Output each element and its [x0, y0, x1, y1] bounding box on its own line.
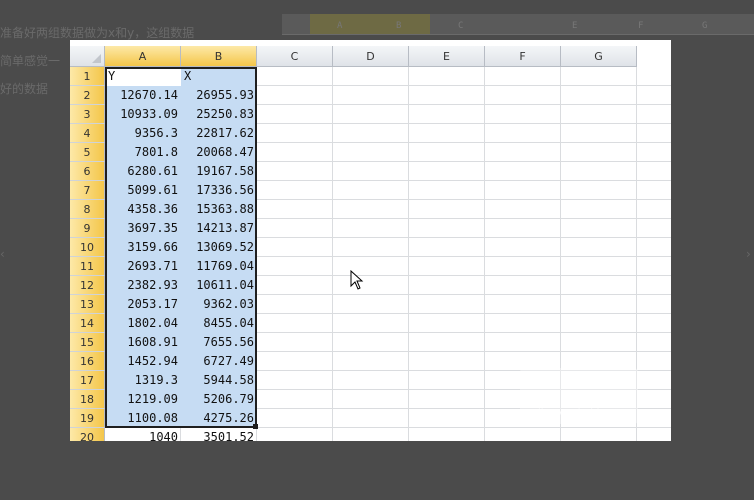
- cell-b6[interactable]: 19167.58: [181, 162, 257, 181]
- cell-b16[interactable]: 6727.49: [181, 352, 257, 371]
- right-edge-marker: ›: [746, 247, 751, 261]
- row-header-11[interactable]: 11: [70, 257, 105, 276]
- cell-a20[interactable]: 1040: [105, 428, 181, 441]
- row-header-9[interactable]: 9: [70, 219, 105, 238]
- column-header-d[interactable]: D: [333, 46, 409, 67]
- cell-a4[interactable]: 9356.3: [105, 124, 181, 143]
- row-header-4[interactable]: 4: [70, 124, 105, 143]
- cell-b13[interactable]: 9362.03: [181, 295, 257, 314]
- column-header-a[interactable]: A: [105, 46, 181, 67]
- cell-a12[interactable]: 2382.93: [105, 276, 181, 295]
- row-header-17[interactable]: 17: [70, 371, 105, 390]
- cell-b20[interactable]: 3501.52: [181, 428, 257, 441]
- cell-a15[interactable]: 1608.91: [105, 333, 181, 352]
- row-header-19[interactable]: 19: [70, 409, 105, 428]
- cell-a6[interactable]: 6280.61: [105, 162, 181, 181]
- column-header-g[interactable]: G: [561, 46, 637, 67]
- cell-b5[interactable]: 20068.47: [181, 143, 257, 162]
- cell-b1[interactable]: X: [181, 67, 257, 86]
- cell-a13[interactable]: 2053.17: [105, 295, 181, 314]
- cell-b19[interactable]: 4275.26: [181, 409, 257, 428]
- cell-b9[interactable]: 14213.87: [181, 219, 257, 238]
- cell-b11[interactable]: 11769.04: [181, 257, 257, 276]
- bg-col-e: E: [572, 21, 578, 31]
- cell-a14[interactable]: 1802.04: [105, 314, 181, 333]
- row-header-2[interactable]: 2: [70, 86, 105, 105]
- row-header-1[interactable]: 1: [70, 67, 105, 86]
- cell-b12[interactable]: 10611.04: [181, 276, 257, 295]
- cell-a1[interactable]: Y: [105, 67, 181, 86]
- cell-b10[interactable]: 13069.52: [181, 238, 257, 257]
- cell-a18[interactable]: 1219.09: [105, 390, 181, 409]
- cell-a2[interactable]: 12670.14: [105, 86, 181, 105]
- row-header-15[interactable]: 15: [70, 333, 105, 352]
- cell-a7[interactable]: 5099.61: [105, 181, 181, 200]
- cell-a3[interactable]: 10933.09: [105, 105, 181, 124]
- cell-a17[interactable]: 1319.3: [105, 371, 181, 390]
- bg-col-g: G: [702, 21, 708, 31]
- row-header-5[interactable]: 5: [70, 143, 105, 162]
- bg-col-b: B: [396, 21, 402, 31]
- column-header-c[interactable]: C: [257, 46, 333, 67]
- cell-a16[interactable]: 1452.94: [105, 352, 181, 371]
- row-header-10[interactable]: 10: [70, 238, 105, 257]
- row-header-6[interactable]: 6: [70, 162, 105, 181]
- watermark-text: jingyan.baidu.com: [538, 408, 631, 419]
- cell-a5[interactable]: 7801.8: [105, 143, 181, 162]
- watermark: jingyan.baidu.com: [520, 368, 638, 424]
- row-header-7[interactable]: 7: [70, 181, 105, 200]
- cell-a8[interactable]: 4358.36: [105, 200, 181, 219]
- row-header-16[interactable]: 16: [70, 352, 105, 371]
- column-header-e[interactable]: E: [409, 46, 485, 67]
- cell-b2[interactable]: 26955.93: [181, 86, 257, 105]
- background-sheet-header: A B C E F G: [282, 14, 754, 35]
- row-header-8[interactable]: 8: [70, 200, 105, 219]
- left-edge-marker: ‹: [0, 247, 5, 261]
- cell-a10[interactable]: 3159.66: [105, 238, 181, 257]
- cell-b8[interactable]: 15363.88: [181, 200, 257, 219]
- background-text-line-2: 简单感觉一: [0, 54, 61, 68]
- cell-b14[interactable]: 8455.04: [181, 314, 257, 333]
- cell-a11[interactable]: 2693.71: [105, 257, 181, 276]
- bg-col-a: A: [337, 21, 343, 31]
- cell-b18[interactable]: 5206.79: [181, 390, 257, 409]
- cell-b17[interactable]: 5944.58: [181, 371, 257, 390]
- background-text-line-3: 好的数据: [0, 82, 49, 96]
- bg-col-c: C: [458, 21, 464, 31]
- column-header-f[interactable]: F: [485, 46, 561, 67]
- mouse-pointer-icon: [350, 270, 364, 290]
- cell-b4[interactable]: 22817.62: [181, 124, 257, 143]
- bg-col-f: F: [638, 21, 644, 31]
- row-header-18[interactable]: 18: [70, 390, 105, 409]
- row-header-20[interactable]: 20: [70, 428, 105, 441]
- row-header-14[interactable]: 14: [70, 314, 105, 333]
- column-header-b[interactable]: B: [181, 46, 257, 67]
- row-header-13[interactable]: 13: [70, 295, 105, 314]
- row-header-3[interactable]: 3: [70, 105, 105, 124]
- background-text-line-1: 准备好两组数据做为x和y，这组数据: [0, 26, 195, 40]
- cell-b15[interactable]: 7655.56: [181, 333, 257, 352]
- cell-a19[interactable]: 1100.08: [105, 409, 181, 428]
- row-header-12[interactable]: 12: [70, 276, 105, 295]
- cell-a9[interactable]: 3697.35: [105, 219, 181, 238]
- cell-b3[interactable]: 25250.83: [181, 105, 257, 124]
- cell-b7[interactable]: 17336.56: [181, 181, 257, 200]
- select-all-button[interactable]: [70, 46, 105, 67]
